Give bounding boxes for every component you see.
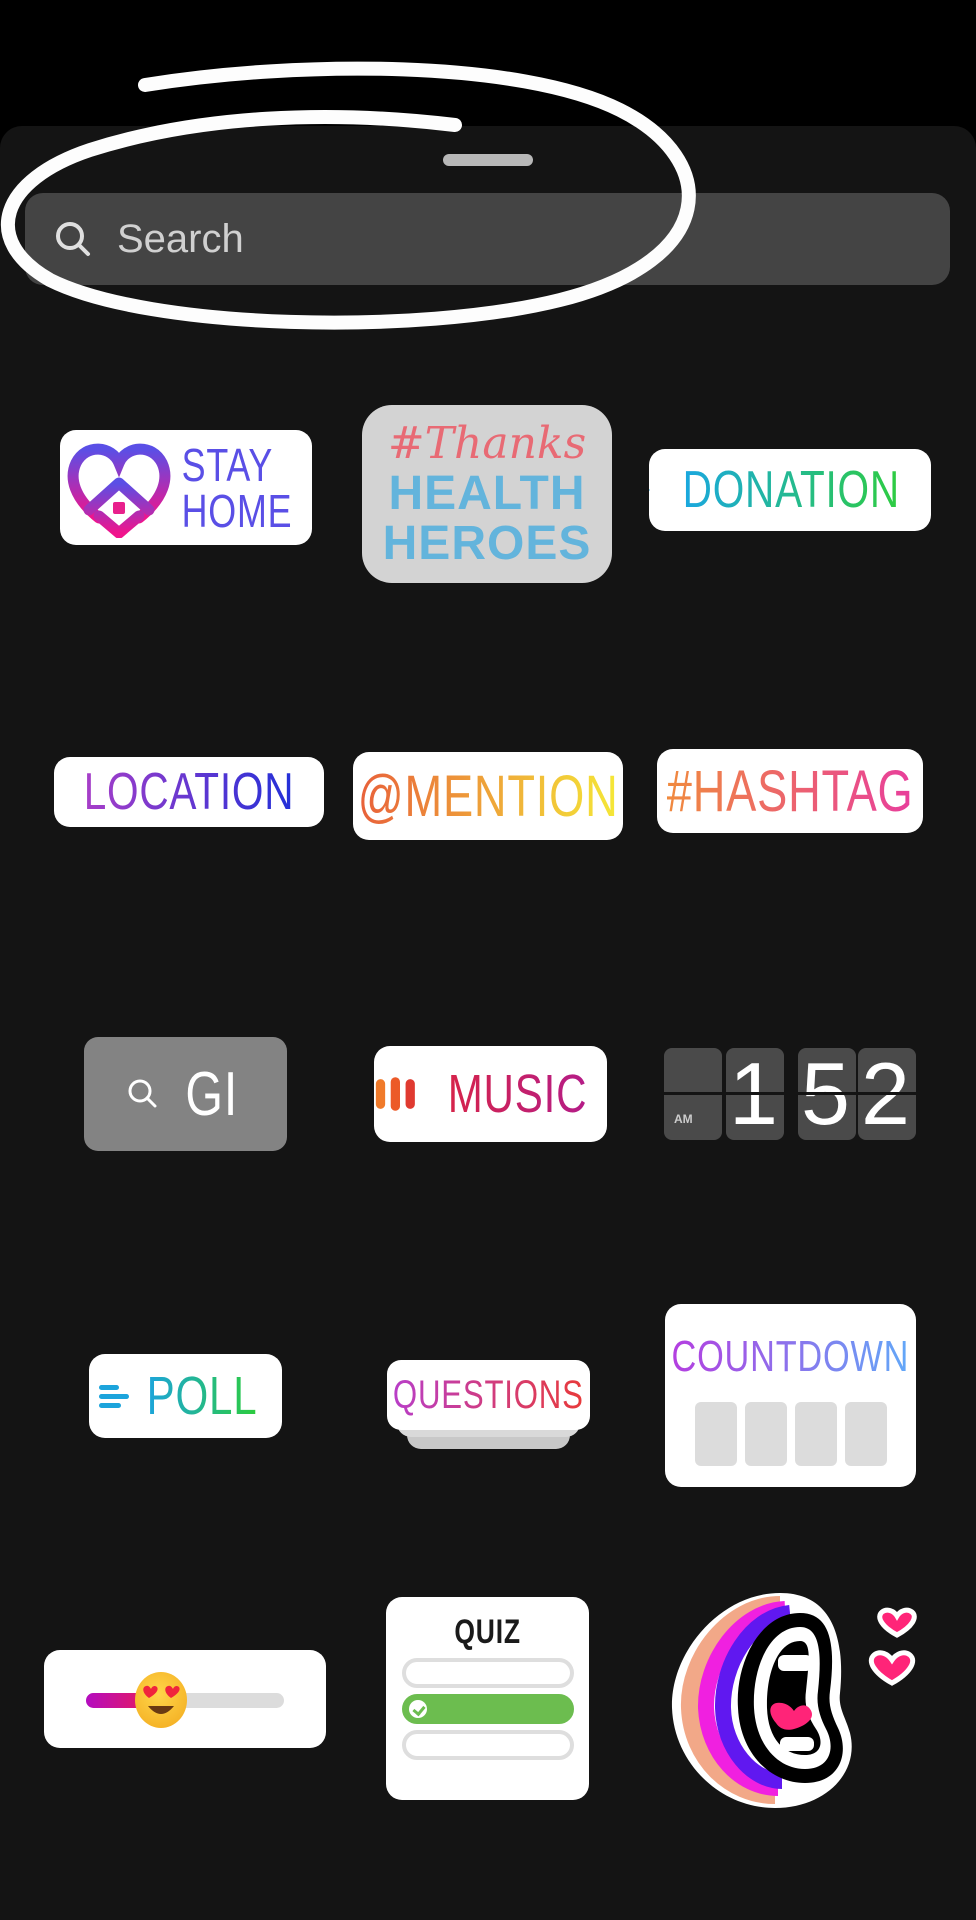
search-bar[interactable]: [25, 193, 950, 285]
gif-sticker[interactable]: GI: [84, 1037, 287, 1151]
countdown-label: COUNTDOWN: [671, 1332, 910, 1381]
search-input[interactable]: [115, 215, 879, 263]
heart-house-icon: [67, 443, 171, 538]
drag-handle[interactable]: [443, 154, 533, 166]
clock-flip-minute-ones: 2: [858, 1048, 916, 1140]
quiz-option-correct: [401, 1694, 574, 1724]
poll-sticker[interactable]: POLL: [89, 1354, 282, 1438]
donation-sticker[interactable]: DONATION: [649, 449, 931, 531]
am-label: AM: [674, 1112, 693, 1126]
gif-label: GI: [185, 1059, 238, 1129]
poll-label: POLL: [147, 1366, 258, 1426]
clock-digit: 1: [729, 1048, 778, 1140]
location-label: LOCATION: [83, 763, 295, 821]
donation-label: DONATION: [683, 461, 901, 519]
countdown-slots: [694, 1402, 887, 1466]
clock-flip-hour-ones: 1: [726, 1048, 784, 1140]
questions-card: QUESTIONS: [387, 1360, 590, 1430]
stay-home-line1: STAY: [181, 438, 274, 491]
countdown-slot: [744, 1402, 787, 1466]
hashtag-sticker[interactable]: #HASHTAG: [657, 749, 923, 833]
shouting-mouth-hearts-icon: [671, 1593, 917, 1808]
clock-flip-minute-tens: 5: [798, 1048, 856, 1140]
emoji-slider-sticker[interactable]: [44, 1650, 326, 1748]
equalizer-icon: [375, 1077, 415, 1111]
clock-digit: 2: [861, 1048, 910, 1140]
health-text: HEALTH: [388, 467, 586, 520]
location-sticker[interactable]: LOCATION: [54, 757, 324, 827]
stay-home-line2: HOME: [181, 484, 293, 537]
questions-label: QUESTIONS: [393, 1372, 584, 1417]
quiz-option: [401, 1730, 574, 1760]
music-sticker[interactable]: MUSIC: [374, 1046, 607, 1142]
questions-sticker[interactable]: QUESTIONS: [387, 1360, 590, 1453]
quiz-sticker[interactable]: QUIZ: [386, 1597, 589, 1800]
music-label: MUSIC: [447, 1064, 588, 1124]
shouting-mouth-sticker[interactable]: [660, 1583, 920, 1813]
countdown-slot: [694, 1402, 737, 1466]
heart-eyes-emoji-icon: [135, 1672, 188, 1728]
stay-home-sticker[interactable]: STAY HOME: [60, 430, 312, 545]
clock-flip-hour-tens: AM: [664, 1048, 722, 1140]
quiz-option: [401, 1658, 574, 1688]
heroes-text: HEROES: [382, 517, 592, 570]
quiz-title: QUIZ: [454, 1613, 521, 1651]
thanks-health-heroes-sticker[interactable]: #Thanks HEALTH HEROES: [362, 405, 612, 583]
poll-lines-icon: [99, 1385, 130, 1408]
thanks-text: #Thanks: [387, 418, 587, 469]
hashtag-label: #HASHTAG: [666, 758, 914, 824]
search-icon: [56, 222, 90, 256]
mention-label: @MENTION: [357, 763, 619, 829]
mention-sticker[interactable]: @MENTION: [353, 752, 623, 840]
countdown-slot: [844, 1402, 887, 1466]
search-icon: [128, 1079, 157, 1108]
heart-circle-icon: [649, 489, 651, 491]
clock-digit: 5: [801, 1048, 850, 1140]
countdown-slot: [794, 1402, 837, 1466]
countdown-sticker[interactable]: COUNTDOWN: [665, 1304, 916, 1487]
clock-sticker[interactable]: AM 1 5 2: [664, 1048, 916, 1140]
